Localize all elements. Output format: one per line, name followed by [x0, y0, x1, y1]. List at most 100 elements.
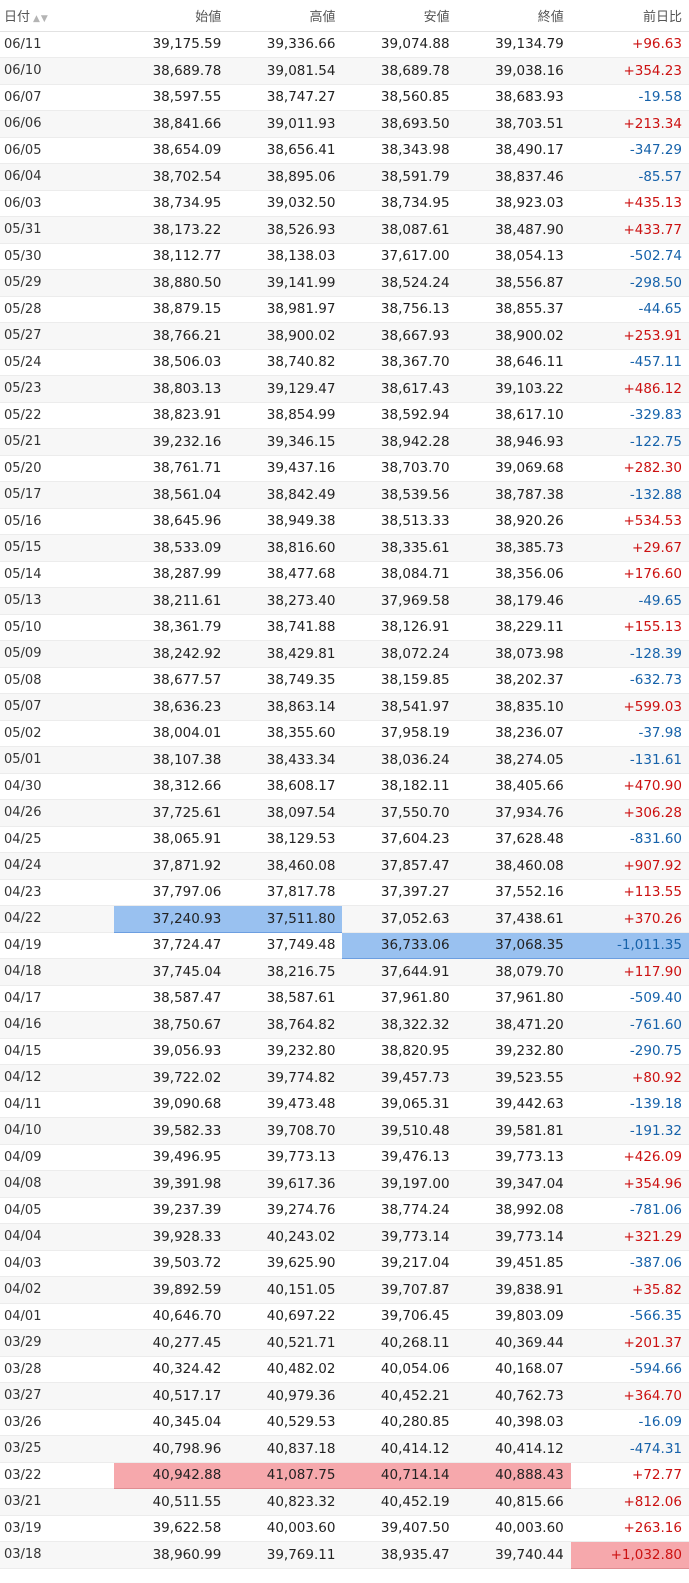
close-cell: 39,773.13: [456, 1144, 571, 1171]
open-cell: 37,724.47: [114, 932, 229, 959]
high-cell: 39,081.54: [228, 57, 343, 85]
date-cell: 04/09: [0, 1144, 115, 1171]
table-row: 03/19 39,622.58 40,003.60 39,407.50 40,003.6…: [0, 1515, 689, 1542]
open-cell: 39,622.58: [114, 1515, 229, 1542]
table-row: 06/05 38,654.09 38,656.41 38,343.98 38,490.1…: [0, 137, 689, 164]
sort-arrows-icon[interactable]: ▲▼: [33, 14, 49, 24]
low-cell: 37,550.70: [342, 799, 457, 827]
high-cell: 38,429.81: [228, 640, 343, 668]
low-cell: 37,958.19: [342, 720, 457, 747]
open-cell: 38,734.95: [114, 190, 229, 217]
table-row: 05/31 38,173.22 38,526.93 38,087.61 38,487.9…: [0, 216, 689, 244]
change-cell: +370.26: [570, 905, 689, 933]
low-cell: 38,335.61: [342, 534, 457, 562]
low-cell: 37,604.23: [342, 826, 457, 853]
low-cell: 37,961.80: [342, 985, 457, 1012]
close-cell: 37,961.80: [456, 985, 571, 1012]
high-cell: 39,129.47: [228, 375, 343, 403]
low-cell: 39,217.04: [342, 1250, 457, 1277]
change-cell: +201.37: [570, 1329, 689, 1357]
change-cell: -347.29: [570, 137, 689, 164]
low-cell: 38,560.85: [342, 84, 457, 111]
date-cell: 05/15: [0, 534, 115, 562]
date-cell: 04/08: [0, 1170, 115, 1198]
low-cell: 38,513.33: [342, 508, 457, 535]
change-cell: -831.60: [570, 826, 689, 853]
close-cell: 38,992.08: [456, 1197, 571, 1224]
open-cell: 38,823.91: [114, 402, 229, 429]
open-cell: 40,345.04: [114, 1409, 229, 1436]
change-cell: -16.09: [570, 1409, 689, 1436]
open-cell: 38,636.23: [114, 693, 229, 721]
date-cell: 05/24: [0, 349, 115, 376]
date-cell: 04/25: [0, 826, 115, 853]
date-cell: 04/23: [0, 879, 115, 906]
date-cell: 04/11: [0, 1091, 115, 1118]
date-cell: 03/28: [0, 1356, 115, 1383]
change-cell: -49.65: [570, 587, 689, 615]
close-cell: 38,274.05: [456, 746, 571, 774]
low-cell: 38,592.94: [342, 402, 457, 429]
open-cell: 38,750.67: [114, 1011, 229, 1039]
table-row: 05/13 38,211.61 38,273.40 37,969.58 38,179.4…: [0, 587, 689, 615]
change-cell: -191.32: [570, 1117, 689, 1145]
close-cell: 40,762.73: [456, 1382, 571, 1410]
open-cell: 38,879.15: [114, 296, 229, 323]
low-cell: 38,935.47: [342, 1541, 457, 1569]
open-cell: 40,277.45: [114, 1329, 229, 1357]
table-row: 06/11 39,175.59 39,336.66 39,074.88 39,134.7…: [0, 31, 689, 58]
change-cell: +364.70: [570, 1382, 689, 1410]
date-cell: 04/26: [0, 799, 115, 827]
open-cell: 38,004.01: [114, 720, 229, 747]
date-cell: 05/31: [0, 216, 115, 244]
table-row: 03/21 40,511.55 40,823.32 40,452.19 40,815.6…: [0, 1488, 689, 1516]
open-cell: 38,242.92: [114, 640, 229, 668]
date-cell: 04/05: [0, 1197, 115, 1224]
low-cell: 39,707.87: [342, 1276, 457, 1304]
close-cell: 40,414.12: [456, 1435, 571, 1463]
table-row: 05/22 38,823.91 38,854.99 38,592.94 38,617.1…: [0, 402, 689, 429]
table-row: 04/24 37,871.92 38,460.08 37,857.47 38,460.0…: [0, 852, 689, 880]
close-cell: 38,471.20: [456, 1011, 571, 1039]
high-cell: 38,741.88: [228, 614, 343, 641]
low-cell: 39,457.73: [342, 1064, 457, 1092]
close-cell: 37,934.76: [456, 799, 571, 827]
change-cell: -139.18: [570, 1091, 689, 1118]
close-cell: 39,134.79: [456, 31, 571, 58]
table-row: 06/10 38,689.78 39,081.54 38,689.78 39,038.1…: [0, 57, 689, 85]
change-cell: +72.77: [570, 1462, 689, 1489]
open-cell: 37,797.06: [114, 879, 229, 906]
table-row: 04/17 38,587.47 38,587.61 37,961.80 37,961.8…: [0, 985, 689, 1012]
change-cell: -632.73: [570, 667, 689, 694]
date-header-label: 日付: [4, 9, 31, 25]
low-cell: 38,689.78: [342, 57, 457, 85]
change-cell: +29.67: [570, 534, 689, 562]
low-cell: 40,280.85: [342, 1409, 457, 1436]
low-cell: 38,591.79: [342, 163, 457, 191]
low-cell: 37,397.27: [342, 879, 457, 906]
date-cell: 03/29: [0, 1329, 115, 1357]
change-cell: -329.83: [570, 402, 689, 429]
open-cell: 39,056.93: [114, 1038, 229, 1065]
table-row: 05/24 38,506.03 38,740.82 38,367.70 38,646.1…: [0, 349, 689, 376]
table-row: 05/09 38,242.92 38,429.81 38,072.24 38,073.9…: [0, 640, 689, 668]
change-cell: +599.03: [570, 693, 689, 721]
date-column-header[interactable]: 日付 ▲▼: [0, 0, 115, 32]
low-cell: 38,617.43: [342, 375, 457, 403]
date-cell: 06/10: [0, 57, 115, 85]
table-row: 04/30 38,312.66 38,608.17 38,182.11 38,405.6…: [0, 773, 689, 800]
close-cell: 39,451.85: [456, 1250, 571, 1277]
open-cell: 40,646.70: [114, 1303, 229, 1330]
low-cell: 38,036.24: [342, 746, 457, 774]
high-cell: 38,129.53: [228, 826, 343, 853]
low-cell: 39,065.31: [342, 1091, 457, 1118]
date-cell: 05/28: [0, 296, 115, 323]
table-row: 05/29 38,880.50 39,141.99 38,524.24 38,556.8…: [0, 269, 689, 297]
low-cell: 40,414.12: [342, 1435, 457, 1463]
close-cell: 38,385.73: [456, 534, 571, 562]
date-cell: 05/01: [0, 746, 115, 774]
close-cell: 37,438.61: [456, 905, 571, 933]
close-cell: 39,347.04: [456, 1170, 571, 1198]
open-cell: 38,960.99: [114, 1541, 229, 1569]
close-column-header: 終値: [456, 0, 571, 32]
